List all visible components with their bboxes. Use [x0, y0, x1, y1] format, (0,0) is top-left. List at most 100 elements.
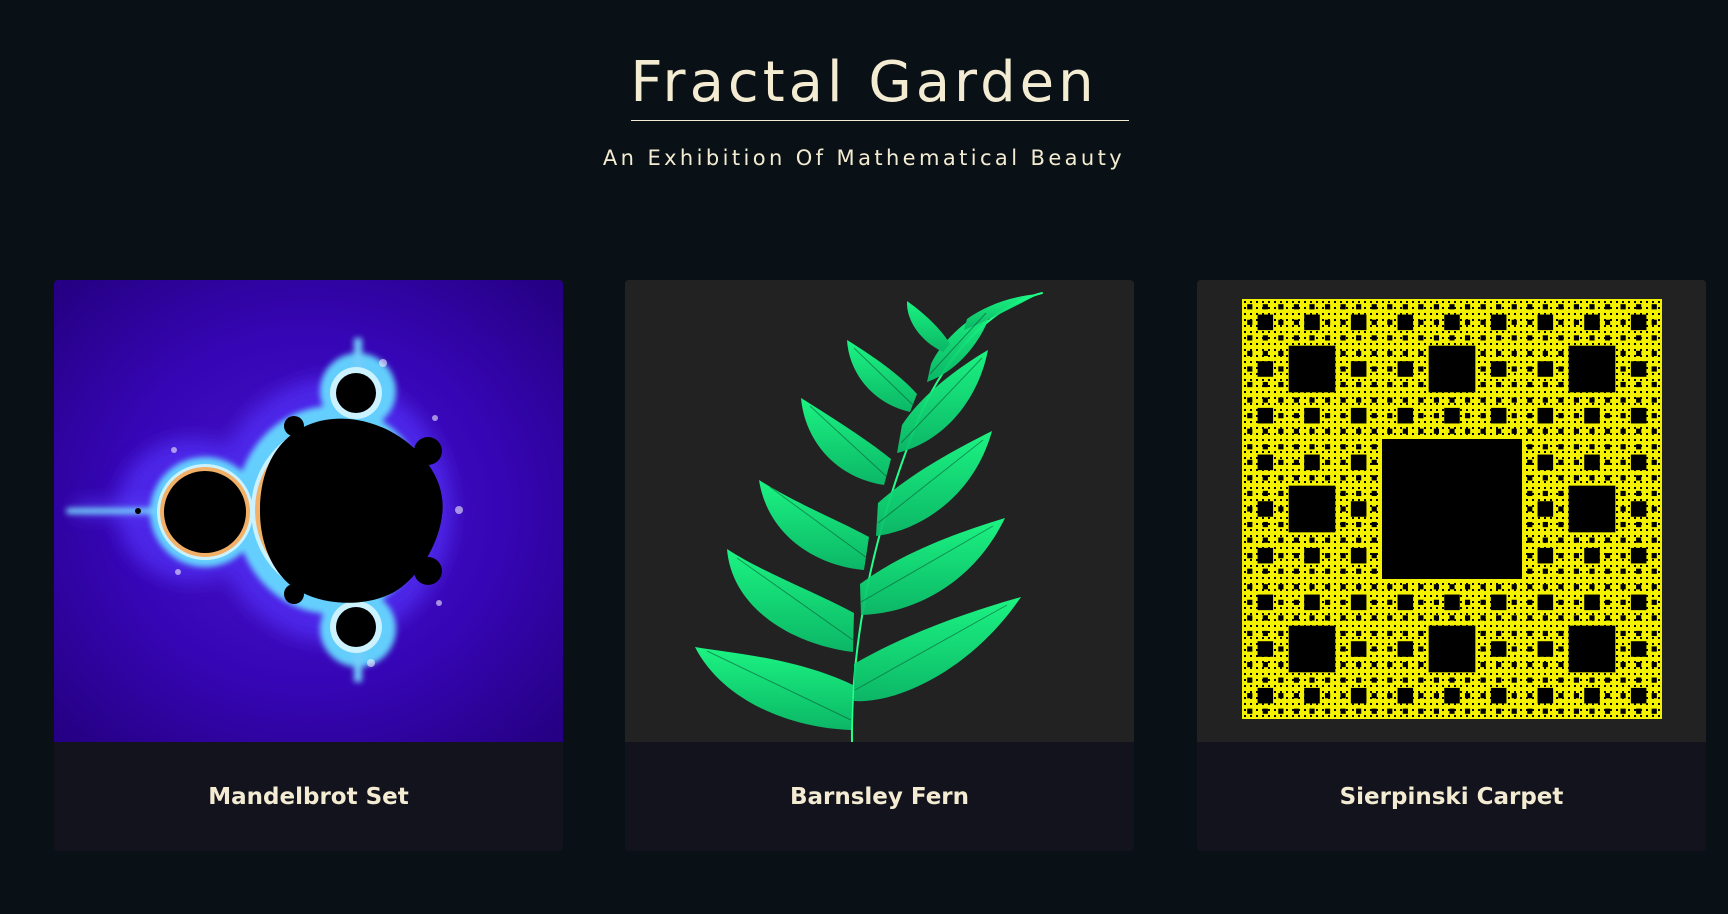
carpet-hole — [1542, 537, 1548, 543]
carpet-hole — [1604, 615, 1611, 621]
carpet-hole — [1542, 521, 1548, 528]
carpet-hole — [1262, 537, 1268, 543]
carpet-hole — [1324, 304, 1331, 310]
carpet-hole — [1573, 584, 1580, 590]
carpet-hole — [1527, 413, 1533, 419]
carpet-hole — [1309, 428, 1315, 434]
mandelbrot-card[interactable]: Mandelbrot Set — [54, 280, 563, 851]
carpet-hole — [1558, 319, 1564, 325]
barnsley-fern-image[interactable] — [625, 280, 1134, 742]
carpet-hole — [1496, 304, 1502, 310]
sierpinski-carpet-caption: Sierpinski Carpet — [1197, 742, 1706, 851]
carpet-hole — [1262, 708, 1268, 714]
carpet-hole — [1262, 444, 1268, 450]
carpet-hole — [1537, 454, 1554, 471]
carpet-hole — [1449, 335, 1455, 341]
carpet-hole — [1542, 304, 1548, 310]
carpet-hole — [1309, 397, 1315, 403]
carpet-hole — [1387, 661, 1393, 668]
carpet-hole — [1247, 677, 1253, 683]
sierpinski-carpet-card[interactable]: Sierpinski Carpet — [1197, 280, 1706, 851]
carpet-hole — [1262, 521, 1268, 528]
carpet-hole — [1309, 708, 1315, 714]
carpet-hole — [1418, 615, 1424, 621]
carpet-hole — [1496, 397, 1502, 403]
carpet-hole — [1558, 599, 1564, 605]
carpet-hole — [1340, 646, 1346, 652]
carpet-hole — [1651, 615, 1657, 621]
carpet-hole — [1387, 693, 1393, 699]
carpet-hole — [1636, 381, 1642, 388]
carpet-hole — [1247, 506, 1253, 512]
carpet-hole — [1324, 459, 1331, 465]
page-subtitle: An Exhibition Of Mathematical Beauty — [602, 146, 1126, 170]
carpet-hole — [1257, 454, 1274, 471]
carpet-hole — [1293, 335, 1300, 341]
carpet-hole — [1620, 553, 1626, 559]
carpet-hole — [1371, 693, 1377, 699]
carpet-hole — [1573, 677, 1580, 683]
carpet-hole — [1247, 444, 1253, 450]
carpet-hole — [1527, 366, 1533, 372]
carpet-hole — [1418, 319, 1424, 325]
carpet-hole — [1293, 568, 1300, 574]
carpet-hole — [1636, 304, 1642, 310]
mandelbrot-image[interactable] — [54, 280, 563, 742]
carpet-hole — [1464, 428, 1471, 434]
carpet-hole — [1620, 693, 1626, 699]
carpet-hole — [1418, 397, 1424, 403]
carpet-hole — [1558, 661, 1564, 668]
carpet-hole — [1371, 537, 1377, 543]
carpet-hole — [1527, 381, 1533, 388]
carpet-hole — [1537, 594, 1554, 611]
carpet-hole — [1278, 708, 1284, 714]
carpet-hole — [1527, 506, 1533, 512]
barnsley-fern-card[interactable]: Barnsley Fern — [625, 280, 1134, 851]
carpet-hole — [1651, 568, 1657, 574]
carpet-hole — [1630, 361, 1647, 377]
carpet-hole — [1247, 553, 1253, 559]
carpet-hole — [1527, 304, 1533, 310]
mandelbrot-graphic — [54, 280, 563, 742]
carpet-hole — [1558, 584, 1564, 590]
carpet-hole — [1542, 630, 1548, 637]
carpet-hole — [1573, 693, 1580, 699]
carpet-hole — [1340, 475, 1346, 481]
carpet-hole — [1558, 304, 1564, 310]
carpet-hole — [1382, 439, 1522, 579]
carpet-hole — [1387, 335, 1393, 341]
carpet-hole — [1604, 428, 1611, 434]
carpet-hole — [1496, 677, 1502, 683]
carpet-hole — [1620, 646, 1626, 652]
carpet-hole — [1433, 428, 1440, 434]
carpet-hole — [1247, 661, 1253, 668]
carpet-hole — [1340, 444, 1346, 450]
carpet-hole — [1620, 490, 1626, 497]
carpet-hole — [1309, 475, 1315, 481]
carpet-hole — [1418, 584, 1424, 590]
carpet-hole — [1620, 584, 1626, 590]
sierpinski-carpet-image[interactable] — [1197, 280, 1706, 742]
carpet-hole — [1511, 381, 1517, 388]
carpet-hole — [1278, 599, 1284, 605]
carpet-hole — [1558, 490, 1564, 497]
carpet-hole — [1630, 547, 1647, 564]
carpet-hole — [1496, 381, 1502, 388]
carpet-hole — [1340, 599, 1346, 605]
carpet-hole — [1247, 304, 1253, 310]
carpet-hole — [1340, 381, 1346, 388]
carpet-hole — [1511, 630, 1517, 637]
carpet-hole — [1537, 361, 1554, 377]
carpet-hole — [1542, 661, 1548, 668]
carpet-hole — [1449, 428, 1455, 434]
carpet-hole — [1418, 428, 1424, 434]
carpet-hole — [1247, 428, 1253, 434]
carpet-hole — [1620, 335, 1626, 341]
carpet-hole — [1444, 594, 1460, 611]
carpet-hole — [1558, 350, 1564, 357]
carpet-hole — [1573, 428, 1580, 434]
carpet-hole — [1542, 428, 1548, 434]
carpet-hole — [1464, 319, 1471, 325]
carpet-hole — [1304, 407, 1320, 424]
carpet-hole — [1340, 335, 1346, 341]
